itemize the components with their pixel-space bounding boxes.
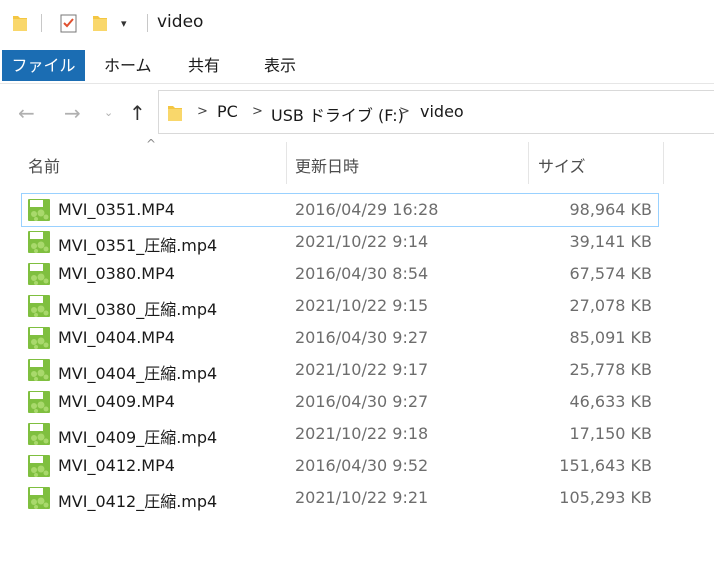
- chevron-right-icon[interactable]: >: [399, 104, 410, 119]
- properties-icon[interactable]: [60, 13, 78, 37]
- file-size: 39,141 KB: [569, 232, 652, 251]
- file-date: 2021/10/22 9:15: [295, 296, 429, 315]
- tab-file[interactable]: ファイル: [2, 50, 85, 81]
- column-divider[interactable]: [663, 142, 664, 184]
- file-row[interactable]: MVI_0351_圧縮.mp4 2021/10/22 9:14 39,141 KB: [22, 226, 658, 258]
- column-header-size[interactable]: サイズ: [529, 140, 663, 184]
- file-name: MVI_0412.MP4: [58, 456, 175, 475]
- tab-share[interactable]: 共有: [188, 50, 220, 81]
- file-row[interactable]: MVI_0380.MP4 2016/04/30 8:54 67,574 KB: [22, 258, 658, 290]
- mp4-file-icon: [28, 455, 50, 477]
- file-size: 151,643 KB: [559, 456, 652, 475]
- file-name: MVI_0351.MP4: [58, 200, 175, 219]
- file-name: MVI_0409.MP4: [58, 392, 175, 411]
- file-date: 2016/04/30 8:54: [295, 264, 429, 283]
- column-label-date: 更新日時: [295, 157, 360, 176]
- mp4-file-icon: [28, 231, 50, 253]
- file-size: 46,633 KB: [569, 392, 652, 411]
- file-size: 105,293 KB: [559, 488, 652, 507]
- file-name: MVI_0404.MP4: [58, 328, 175, 347]
- breadcrumb-usb-drive[interactable]: USB ドライブ (F:): [271, 102, 404, 126]
- file-size: 25,778 KB: [569, 360, 652, 379]
- file-name: MVI_0380_圧縮.mp4: [58, 300, 218, 319]
- folder-icon: [167, 103, 183, 127]
- divider: [41, 14, 42, 32]
- folder-icon[interactable]: [12, 13, 28, 37]
- column-header-name[interactable]: 名前: [22, 140, 286, 184]
- window-title: video: [157, 12, 204, 32]
- divider: [147, 14, 148, 32]
- file-row[interactable]: MVI_0380_圧縮.mp4 2021/10/22 9:15 27,078 KB: [22, 290, 658, 322]
- mp4-file-icon: [28, 359, 50, 381]
- chevron-down-icon[interactable]: ⌄: [104, 106, 113, 119]
- tab-home[interactable]: ホーム: [104, 50, 152, 81]
- file-size: 17,150 KB: [569, 424, 652, 443]
- file-row[interactable]: MVI_0412_圧縮.mp4 2021/10/22 9:21 105,293 KB: [22, 482, 658, 514]
- breadcrumb-pc[interactable]: PC: [217, 102, 238, 121]
- title-bar: ▾ video: [0, 0, 714, 46]
- file-size: 85,091 KB: [569, 328, 652, 347]
- mp4-file-icon: [28, 327, 50, 349]
- chevron-right-icon[interactable]: >: [252, 104, 263, 119]
- file-date: 2016/04/30 9:27: [295, 328, 429, 347]
- breadcrumb-video[interactable]: video: [420, 102, 464, 121]
- ribbon-tabs: ファイル ホーム 共有 表示: [0, 46, 714, 84]
- mp4-file-icon: [28, 295, 50, 317]
- file-size: 67,574 KB: [569, 264, 652, 283]
- column-header-date[interactable]: 更新日時: [287, 140, 528, 184]
- address-bar[interactable]: > PC > USB ドライブ (F:) > video: [158, 90, 714, 134]
- file-name: MVI_0380.MP4: [58, 264, 175, 283]
- mp4-file-icon: [28, 199, 50, 221]
- file-row[interactable]: MVI_0351.MP4 2016/04/29 16:28 98,964 KB: [21, 193, 659, 227]
- file-list: MVI_0351.MP4 2016/04/29 16:28 98,964 KB MVI…: [21, 193, 659, 514]
- file-date: 2016/04/30 9:52: [295, 456, 429, 475]
- forward-arrow-icon[interactable]: →: [64, 101, 81, 125]
- tab-view[interactable]: 表示: [264, 50, 296, 81]
- column-label-size: サイズ: [538, 157, 586, 176]
- file-row[interactable]: MVI_0409_圧縮.mp4 2021/10/22 9:18 17,150 KB: [22, 418, 658, 450]
- mp4-file-icon: [28, 391, 50, 413]
- file-name: MVI_0404_圧縮.mp4: [58, 364, 218, 383]
- file-date: 2021/10/22 9:21: [295, 488, 429, 507]
- file-date: 2021/10/22 9:14: [295, 232, 429, 251]
- back-arrow-icon[interactable]: ←: [18, 101, 35, 125]
- file-size: 98,964 KB: [569, 200, 652, 219]
- new-folder-icon[interactable]: [92, 13, 108, 37]
- up-arrow-icon[interactable]: ↑: [129, 101, 146, 125]
- file-date: 2021/10/22 9:18: [295, 424, 429, 443]
- file-date: 2016/04/30 9:27: [295, 392, 429, 411]
- file-row[interactable]: MVI_0404.MP4 2016/04/30 9:27 85,091 KB: [22, 322, 658, 354]
- mp4-file-icon: [28, 423, 50, 445]
- file-row[interactable]: MVI_0404_圧縮.mp4 2021/10/22 9:17 25,778 KB: [22, 354, 658, 386]
- column-label-name: 名前: [28, 157, 61, 176]
- file-row[interactable]: MVI_0412.MP4 2016/04/30 9:52 151,643 KB: [22, 450, 658, 482]
- file-size: 27,078 KB: [569, 296, 652, 315]
- file-name: MVI_0351_圧縮.mp4: [58, 236, 218, 255]
- file-row[interactable]: MVI_0409.MP4 2016/04/30 9:27 46,633 KB: [22, 386, 658, 418]
- file-date: 2016/04/29 16:28: [295, 200, 439, 219]
- file-date: 2021/10/22 9:17: [295, 360, 429, 379]
- file-name: MVI_0409_圧縮.mp4: [58, 428, 218, 447]
- file-name: MVI_0412_圧縮.mp4: [58, 492, 218, 511]
- navigation-bar: ← → ⌄ ↑ > PC > USB ドライブ (F:) > video: [0, 84, 714, 140]
- mp4-file-icon: [28, 263, 50, 285]
- mp4-file-icon: [28, 487, 50, 509]
- chevron-right-icon[interactable]: >: [197, 104, 208, 119]
- quick-access-dropdown-icon[interactable]: ▾: [121, 17, 127, 30]
